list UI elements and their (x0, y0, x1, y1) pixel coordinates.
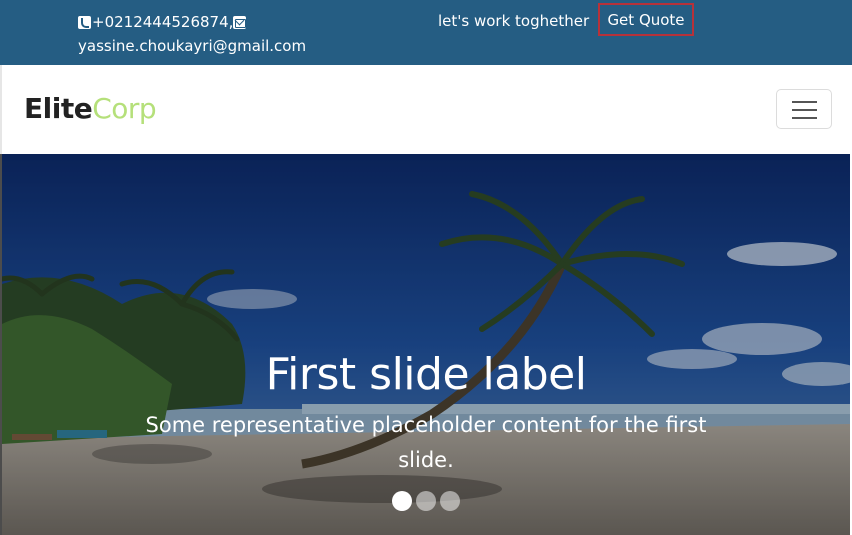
email-address: yassine.choukayri@gmail.com (78, 37, 307, 55)
brand-name-part1: Elite (24, 92, 93, 125)
hero-carousel: First slide label Some representative pl… (2, 154, 850, 535)
top-contact-bar: +0212444526874, yassine.choukayri@gmail.… (0, 0, 852, 65)
phone-icon (78, 15, 91, 29)
main-navbar: EliteCorp (0, 65, 852, 154)
get-quote-button[interactable]: Get Quote (598, 3, 694, 36)
slide-text: Some representative placeholder content … (145, 413, 707, 472)
hamburger-icon (792, 101, 817, 103)
envelope-icon (233, 15, 247, 29)
phone-number: +0212444526874, (92, 13, 234, 31)
get-quote-label: Get Quote (607, 10, 685, 29)
slide-title: First slide label (265, 349, 587, 400)
contact-info: +0212444526874, yassine.choukayri@gmail.… (78, 10, 308, 58)
tagline: let's work toghether (438, 12, 590, 30)
brand-logo[interactable]: EliteCorp (24, 92, 157, 126)
navbar-toggler-button[interactable] (776, 89, 832, 129)
carousel-indicators (2, 491, 850, 511)
carousel-indicator-3[interactable] (440, 491, 460, 511)
carousel-indicator-1[interactable] (392, 491, 412, 511)
carousel-indicator-2[interactable] (416, 491, 436, 511)
brand-name-part2: Corp (92, 92, 157, 125)
carousel-caption: First slide label Some representative pl… (2, 346, 850, 478)
